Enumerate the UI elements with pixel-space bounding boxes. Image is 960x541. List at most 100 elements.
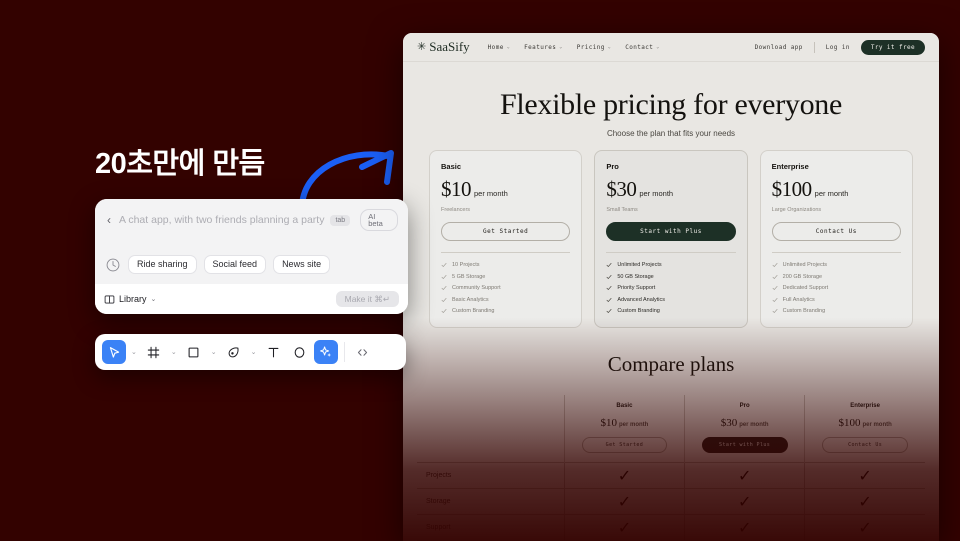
row-cell: ✓	[684, 462, 805, 489]
hero-section: Flexible pricing for everyone Choose the…	[403, 62, 939, 150]
frame-tool[interactable]	[142, 340, 166, 364]
clock-icon[interactable]	[105, 257, 121, 273]
rectangle-tool[interactable]	[182, 340, 206, 364]
plan-cta-button[interactable]: Start with Plus	[606, 222, 736, 241]
row-cell: ✓	[804, 514, 925, 541]
nav-item-contact[interactable]: Contact ⌄	[625, 44, 660, 51]
nav-item-features[interactable]: Features ⌄	[524, 44, 563, 51]
plan-feature-label: 10 Projects	[452, 262, 480, 268]
text-tool[interactable]	[262, 340, 286, 364]
plan-feature-label: 50 GB Storage	[617, 273, 654, 280]
check-icon	[606, 285, 612, 291]
nav-divider	[813, 41, 815, 53]
try-it-free-button[interactable]: Try it free	[860, 39, 925, 55]
column-cta-button[interactable]: Get Started	[581, 437, 668, 453]
prompt-panel-footer: Library ⌄ Make it ⌘↵	[95, 284, 408, 314]
row-cell: ✓	[563, 514, 685, 541]
rectangle-icon	[188, 347, 199, 357]
nav-item-label: Features	[524, 43, 557, 51]
nav-actions: Download app Log in Try it free	[755, 39, 925, 55]
plan-period: per month	[814, 189, 849, 198]
pen-tool-caret[interactable]: ⌄	[248, 348, 260, 356]
column-price-amount: $10	[600, 417, 618, 429]
plan-feature: Basic Analytics	[441, 297, 570, 303]
plan-feature-label: 200 GB Storage	[782, 273, 823, 280]
check-icon	[441, 274, 447, 279]
site-logo[interactable]: ✳ SaaSify	[417, 39, 470, 55]
row-cell: ✓	[563, 462, 685, 489]
plan-feature: Full Analytics	[772, 297, 901, 303]
check-icon	[772, 297, 778, 302]
hero-title: Flexible pricing for everyone	[499, 88, 842, 121]
text-icon	[268, 347, 279, 357]
code-tool[interactable]	[351, 340, 375, 364]
row-label: Support	[426, 524, 451, 531]
frame-tool-caret[interactable]: ⌄	[168, 348, 180, 356]
cursor-icon	[109, 346, 119, 358]
table-row: Support ✓ ✓ ✓	[417, 514, 925, 541]
plan-feature: Priority Support	[606, 285, 735, 291]
library-button[interactable]: Library ⌄	[104, 294, 156, 305]
compare-title: Compare plans	[607, 352, 735, 376]
plan-feature-label: Unlimited Projects	[782, 262, 827, 268]
table-header-blank	[417, 395, 564, 463]
check-icon	[772, 274, 778, 279]
plan-feature-label: Priority Support	[617, 285, 656, 291]
download-app-link[interactable]: Download app	[755, 44, 803, 51]
chevron-left-icon[interactable]: ‹	[105, 214, 113, 226]
row-cell: ✓	[684, 514, 805, 541]
pricing-card-pro: Pro $30 per month Small Teams Start with…	[594, 150, 748, 328]
plan-feature-label: Unlimited Projects	[617, 262, 662, 268]
table-header-enterprise: Enterprise $100 per month Contact Us	[804, 395, 925, 463]
plan-cta-button[interactable]: Get Started	[441, 222, 571, 241]
plan-price: $30	[606, 177, 637, 201]
plan-name: Pro	[606, 162, 619, 171]
check-icon	[441, 297, 447, 302]
chevron-down-icon: ⌄	[607, 44, 612, 50]
pricing-card-basic: Basic $10 per month Freelancers Get Star…	[429, 150, 583, 328]
pen-tool[interactable]	[222, 340, 246, 364]
suggestion-news-site[interactable]: News site	[273, 255, 331, 274]
rectangle-tool-caret[interactable]: ⌄	[208, 348, 220, 356]
check-icon	[606, 262, 612, 268]
nav-item-pricing[interactable]: Pricing ⌄	[577, 44, 612, 51]
plan-price-row: $30 per month	[606, 177, 735, 202]
prompt-input-area: ‹ A chat app, with two friends planning …	[95, 199, 408, 284]
compare-table: Basic $10 per month Get Started Pro $30 pe…	[417, 395, 925, 541]
column-price-amount: $100	[838, 417, 861, 429]
nav-item-home[interactable]: Home ⌄	[488, 44, 510, 51]
chevron-down-icon: ⌄	[656, 44, 660, 50]
column-price-period: per month	[739, 422, 769, 428]
pricing-card-enterprise: Enterprise $100 per month Large Organiza…	[759, 150, 913, 328]
suggestion-social-feed[interactable]: Social feed	[203, 255, 267, 274]
column-price-period: per month	[862, 422, 892, 428]
plan-price: $10	[441, 177, 472, 201]
check-icon	[772, 308, 778, 314]
plan-feature-label: Custom Branding	[617, 308, 660, 314]
plan-feature-label: 5 GB Storage	[452, 273, 486, 280]
prompt-panel: ‹ A chat app, with two friends planning …	[95, 199, 408, 314]
make-it-button[interactable]: Make it ⌘↵	[335, 290, 399, 308]
prompt-input[interactable]: A chat app, with two friends planning a …	[119, 214, 324, 226]
suggestions-row: Ride sharing Social feed News site	[105, 255, 331, 274]
suggestion-ride-sharing[interactable]: Ride sharing	[128, 255, 197, 274]
nav-item-label: Contact	[625, 43, 654, 51]
sparkle-icon	[319, 346, 331, 357]
row-cell: ✓	[804, 462, 925, 489]
ellipse-tool[interactable]	[288, 340, 312, 364]
column-cta-button[interactable]: Contact Us	[822, 437, 909, 453]
plan-cta-button[interactable]: Contact Us	[771, 222, 901, 241]
select-tool-caret[interactable]: ⌄	[128, 348, 140, 356]
login-link[interactable]: Log in	[826, 44, 850, 51]
plan-feature-label: Dedicated Support	[782, 285, 829, 291]
chevron-down-icon: ⌄	[506, 44, 511, 50]
hero-subtitle: Choose the plan that fits your needs	[606, 129, 736, 138]
column-cta-button[interactable]: Start with Plus	[701, 437, 788, 453]
select-tool[interactable]	[102, 340, 126, 364]
plan-feature: 5 GB Storage	[441, 274, 570, 280]
ai-tool[interactable]	[313, 340, 338, 364]
plan-feature: Custom Branding	[606, 308, 735, 314]
plan-period: per month	[474, 189, 508, 198]
page-title: 20초만에 만듬	[95, 148, 265, 180]
ai-beta-badge[interactable]: AI beta	[360, 209, 398, 231]
